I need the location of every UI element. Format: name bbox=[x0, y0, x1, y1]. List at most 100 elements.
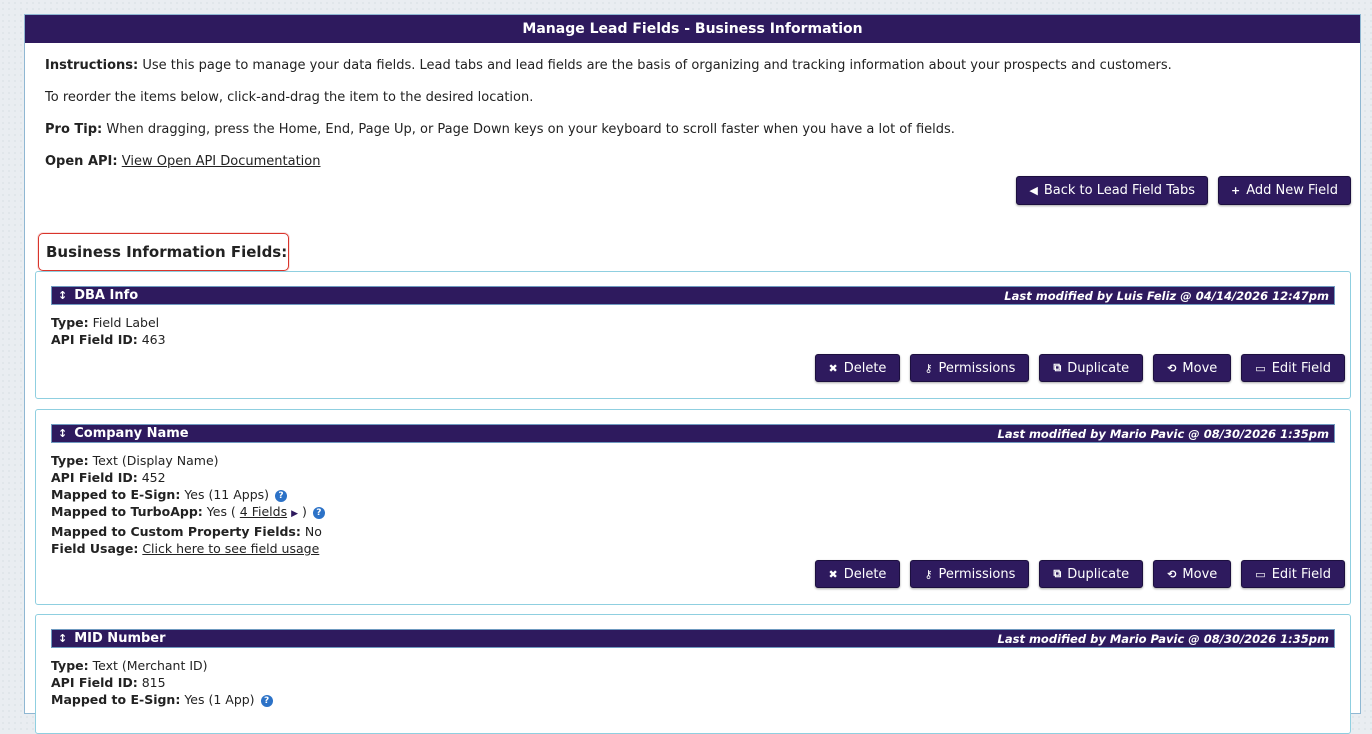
protip-text: When dragging, press the Home, End, Page… bbox=[106, 122, 955, 137]
field-actions: ✖ Delete ⚷ Permissions ⧉ Duplicate ⟲ Move ▭ E… bbox=[814, 354, 1345, 382]
field-name: DBA Info bbox=[74, 288, 139, 303]
last-modified: Last modified by Mario Pavic @ 08/30/202… bbox=[997, 426, 1329, 441]
api-id-row: API Field ID: 815 bbox=[51, 674, 1350, 691]
turbo-prefix: Yes ( bbox=[206, 504, 236, 519]
delete-label: Delete bbox=[843, 566, 887, 582]
back-circle-icon: ◀ bbox=[1029, 184, 1038, 197]
permissions-label: Permissions bbox=[938, 360, 1016, 376]
key-icon: ⚷ bbox=[924, 567, 933, 581]
move-label: Move bbox=[1182, 360, 1218, 376]
custom-row: Mapped to Custom Property Fields: No bbox=[51, 523, 1350, 540]
turbo-fields-link[interactable]: 4 Fields bbox=[240, 504, 287, 519]
copy-icon: ⧉ bbox=[1053, 361, 1062, 374]
drag-handle-icon[interactable]: ↕ bbox=[58, 632, 67, 645]
help-icon[interactable]: ? bbox=[312, 507, 325, 519]
help-icon[interactable]: ? bbox=[275, 490, 288, 502]
api-id-value: 452 bbox=[141, 470, 166, 485]
type-label: Type: bbox=[51, 453, 89, 468]
delete-label: Delete bbox=[843, 360, 887, 376]
permissions-label: Permissions bbox=[938, 566, 1016, 582]
duplicate-button[interactable]: ⧉ Duplicate bbox=[1039, 560, 1144, 588]
move-button[interactable]: ⟲ Move bbox=[1153, 354, 1232, 382]
api-paragraph: Open API: View Open API Documentation bbox=[45, 153, 1351, 170]
field-details: Type: Text (Merchant ID) API Field ID: 8… bbox=[51, 657, 1350, 708]
x-icon: ✖ bbox=[828, 567, 838, 581]
main-panel: Manage Lead Fields - Business Informatio… bbox=[24, 14, 1361, 734]
key-icon: ⚷ bbox=[924, 361, 933, 375]
plus-icon: + bbox=[1230, 184, 1241, 197]
api-id-value: 463 bbox=[141, 332, 166, 347]
add-button-label: Add New Field bbox=[1246, 183, 1338, 198]
type-label: Type: bbox=[51, 315, 89, 330]
help-icon[interactable]: ? bbox=[260, 695, 273, 707]
type-row: Type: Field Label bbox=[51, 314, 1350, 331]
api-id-label: API Field ID: bbox=[51, 470, 138, 485]
duplicate-label: Duplicate bbox=[1067, 360, 1130, 376]
esign-label: Mapped to E-Sign: bbox=[51, 487, 181, 502]
field-details: Type: Text (Display Name) API Field ID: … bbox=[51, 452, 1350, 557]
api-id-label: API Field ID: bbox=[51, 332, 138, 347]
field-name: MID Number bbox=[74, 631, 166, 646]
caret-right-icon[interactable]: ▶ bbox=[291, 509, 298, 519]
field-title: ↕ DBA Info bbox=[58, 288, 138, 303]
edit-field-button[interactable]: ▭ Edit Field bbox=[1241, 560, 1345, 588]
last-modified: Last modified by Luis Feliz @ 04/14/2026… bbox=[1004, 288, 1329, 303]
top-toolbar: ◀ Back to Lead Field Tabs + Add New Fiel… bbox=[45, 176, 1351, 205]
permissions-button[interactable]: ⚷ Permissions bbox=[910, 560, 1030, 588]
type-row: Type: Text (Display Name) bbox=[51, 452, 1350, 469]
type-value: Field Label bbox=[92, 315, 160, 330]
field-title: ↕ Company Name bbox=[58, 426, 189, 441]
api-label: Open API: bbox=[45, 154, 118, 169]
folder-open-icon: ▭ bbox=[1255, 567, 1266, 581]
instructions-block: Instructions: Use this page to manage yo… bbox=[25, 43, 1360, 205]
reorder-text: To reorder the items below, click-and-dr… bbox=[45, 90, 534, 105]
copy-icon: ⧉ bbox=[1053, 567, 1062, 580]
last-modified: Last modified by Mario Pavic @ 08/30/202… bbox=[997, 631, 1329, 646]
instructions-paragraph: Instructions: Use this page to manage yo… bbox=[45, 57, 1351, 74]
field-title: ↕ MID Number bbox=[58, 631, 166, 646]
field-card-header[interactable]: ↕ Company Name Last modified by Mario Pa… bbox=[51, 424, 1335, 443]
edit-field-button[interactable]: ▭ Edit Field bbox=[1241, 354, 1345, 382]
type-label: Type: bbox=[51, 658, 89, 673]
delete-button[interactable]: ✖ Delete bbox=[814, 560, 901, 588]
field-card-header[interactable]: ↕ DBA Info Last modified by Luis Feliz @… bbox=[51, 286, 1335, 305]
usage-label: Field Usage: bbox=[51, 541, 139, 556]
x-icon: ✖ bbox=[828, 361, 838, 375]
move-label: Move bbox=[1182, 566, 1218, 582]
turbo-row: Mapped to TurboApp: Yes ( 4 Fields ▶ ) ? bbox=[51, 503, 1350, 523]
api-id-value: 815 bbox=[141, 675, 166, 690]
back-to-tabs-button[interactable]: ◀ Back to Lead Field Tabs bbox=[1016, 176, 1208, 205]
protip-label: Pro Tip: bbox=[45, 122, 103, 137]
section-title: Business Information Fields: bbox=[38, 233, 289, 271]
protip-paragraph: Pro Tip: When dragging, press the Home, … bbox=[45, 121, 1351, 138]
edit-label: Edit Field bbox=[1271, 360, 1331, 376]
move-icon: ⟲ bbox=[1167, 361, 1177, 375]
field-card-dba-info[interactable]: ↕ DBA Info Last modified by Luis Feliz @… bbox=[35, 271, 1351, 399]
duplicate-button[interactable]: ⧉ Duplicate bbox=[1039, 354, 1144, 382]
delete-button[interactable]: ✖ Delete bbox=[814, 354, 901, 382]
api-id-label: API Field ID: bbox=[51, 675, 138, 690]
esign-row: Mapped to E-Sign: Yes (11 Apps) ? bbox=[51, 486, 1350, 503]
back-button-label: Back to Lead Field Tabs bbox=[1043, 183, 1195, 198]
api-doc-link[interactable]: View Open API Documentation bbox=[122, 154, 321, 169]
api-id-row: API Field ID: 452 bbox=[51, 469, 1350, 486]
field-name: Company Name bbox=[74, 426, 189, 441]
field-card-header[interactable]: ↕ MID Number Last modified by Mario Pavi… bbox=[51, 629, 1335, 648]
esign-value: Yes (11 Apps) bbox=[184, 487, 270, 502]
move-button[interactable]: ⟲ Move bbox=[1153, 560, 1232, 588]
type-row: Type: Text (Merchant ID) bbox=[51, 657, 1350, 674]
field-card-mid-number[interactable]: ↕ MID Number Last modified by Mario Pavi… bbox=[35, 614, 1351, 734]
usage-row: Field Usage: Click here to see field usa… bbox=[51, 540, 1350, 557]
drag-handle-icon[interactable]: ↕ bbox=[58, 289, 67, 302]
page-title: Manage Lead Fields - Business Informatio… bbox=[25, 15, 1360, 43]
field-actions: ✖ Delete ⚷ Permissions ⧉ Duplicate ⟲ Move ▭ E… bbox=[814, 560, 1345, 588]
add-new-field-button[interactable]: + Add New Field bbox=[1217, 176, 1351, 205]
folder-open-icon: ▭ bbox=[1255, 361, 1266, 375]
type-value: Text (Merchant ID) bbox=[92, 658, 208, 673]
field-usage-link[interactable]: Click here to see field usage bbox=[142, 541, 319, 556]
drag-handle-icon[interactable]: ↕ bbox=[58, 427, 67, 440]
permissions-button[interactable]: ⚷ Permissions bbox=[910, 354, 1030, 382]
instructions-label: Instructions: bbox=[45, 58, 139, 73]
api-id-row: API Field ID: 463 bbox=[51, 331, 1350, 348]
field-card-company-name[interactable]: ↕ Company Name Last modified by Mario Pa… bbox=[35, 409, 1351, 605]
